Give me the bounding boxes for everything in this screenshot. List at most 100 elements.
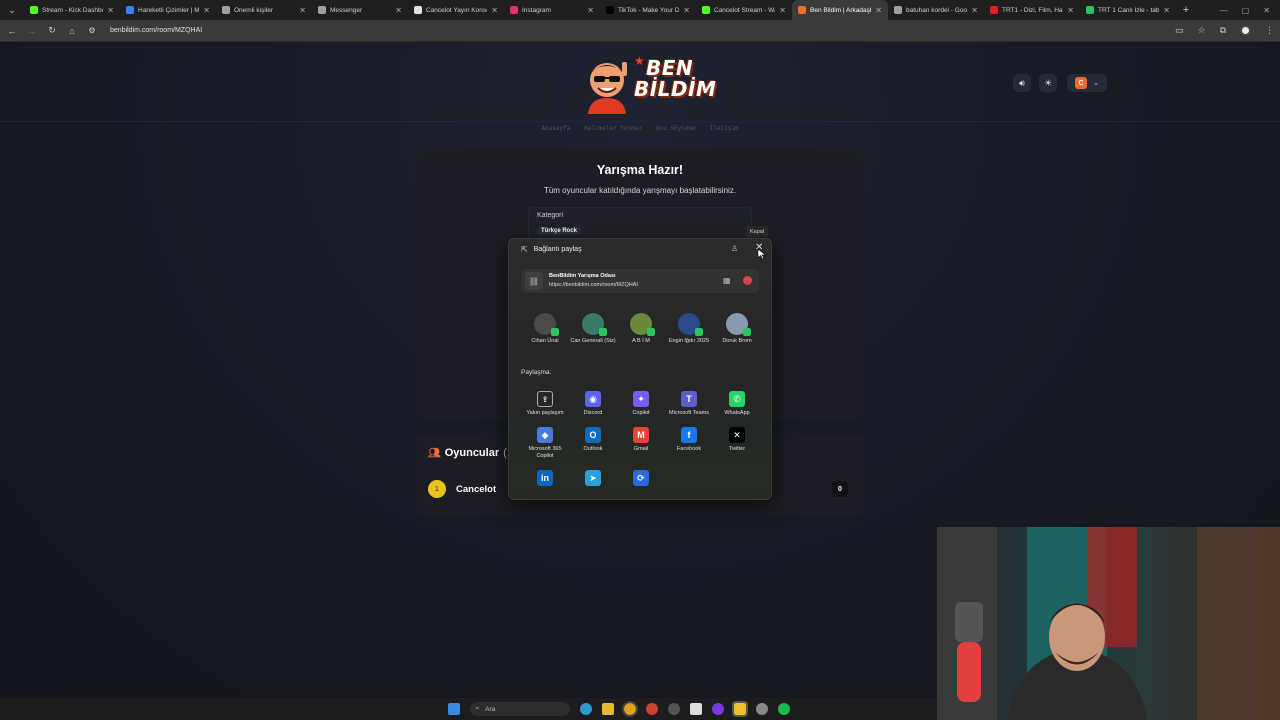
share-contact[interactable]: Cihan Ünal (521, 313, 569, 345)
contact-avatar (678, 313, 703, 336)
taskbar-search[interactable]: ⌕ Ara (469, 702, 570, 716)
contacts-row: Cihan Ünal Can Generali (Siz) A B İ M Engin… (521, 313, 761, 345)
user-menu-button[interactable]: C ⌄ (1067, 74, 1107, 92)
chrome-alt-icon[interactable] (645, 703, 658, 715)
share-app[interactable]: O Outlook (569, 427, 617, 460)
site-info-icon[interactable]: ⚙ (86, 26, 98, 35)
close-window-icon[interactable]: ✕ (1263, 6, 1270, 15)
share-app[interactable]: ⟳ (617, 470, 665, 489)
tab-title: Ben Bildim | Arkadaşla (810, 6, 872, 14)
browser-tab[interactable]: Hareketli Çizimler | Mi ✕ (120, 0, 216, 20)
nav-link[interactable]: Onu Söyleme (656, 125, 696, 132)
profile-avatar[interactable] (1240, 25, 1251, 36)
share-app[interactable]: T Microsoft Teams (665, 391, 713, 417)
browser-tab[interactable]: Ben Bildim | Arkadaşla ✕ (792, 0, 888, 20)
browser-tab[interactable]: batuhan kordel - Goo ✕ (888, 0, 984, 20)
messenger-icon[interactable] (711, 703, 724, 715)
nav-link[interactable]: Anasayfa (541, 125, 570, 132)
tab-close-icon[interactable]: ✕ (683, 6, 690, 15)
bookmark-star-icon[interactable]: ☆ (1197, 25, 1205, 36)
record-icon[interactable] (743, 276, 752, 285)
tab-close-icon[interactable]: ✕ (395, 6, 402, 15)
tab-favicon-icon (798, 6, 806, 14)
theme-toggle-button[interactable]: ☀ (1039, 74, 1057, 92)
tab-search-icon[interactable]: ⌄ (0, 0, 24, 20)
close-tooltip: Kapat (746, 226, 769, 237)
settings-icon[interactable] (755, 703, 768, 715)
edge-icon[interactable] (579, 703, 592, 715)
start-menu-icon[interactable] (447, 703, 460, 715)
share-app[interactable]: ◉ Discord (569, 391, 617, 417)
share-contact[interactable]: A B İ M (617, 313, 665, 345)
share-app[interactable]: ◆ Microsoft 365 Copilot (521, 427, 569, 460)
share-app-name: Outlook (583, 446, 603, 452)
tab-close-icon[interactable]: ✕ (107, 6, 114, 15)
cast-icon[interactable]: ▭ (1175, 25, 1184, 36)
app-icon[interactable] (667, 703, 680, 715)
tab-close-icon[interactable]: ✕ (1163, 6, 1170, 15)
main-nav: Anasayfa Kelimeler Yetmez Onu Söyleme İleti… (0, 125, 1280, 132)
url-field[interactable]: benbildim.com/room/MZQHAI (110, 27, 202, 34)
browser-tab[interactable]: Instagram ✕ (504, 0, 600, 20)
browser-tab[interactable]: Messenger ✕ (312, 0, 408, 20)
share-contact[interactable]: Engin Iğdır 2025 (665, 313, 713, 345)
share-app[interactable]: M Gmail (617, 427, 665, 460)
tab-close-icon[interactable]: ✕ (875, 6, 882, 15)
browser-tab[interactable]: Önemli kişiler ✕ (216, 0, 312, 20)
browser-tab[interactable]: Cancelot Yayın Konsep ✕ (408, 0, 504, 20)
share-app[interactable]: ➤ (569, 470, 617, 489)
browser-tab[interactable]: TRT1 - Dizi, Film, Habe ✕ (984, 0, 1080, 20)
tab-strip: Stream - Kick Dashboa ✕ Hareketli Çizimler… (24, 0, 1176, 20)
share-dialog-header: ⇱ Bağlantı paylaş (521, 245, 582, 254)
spotify-icon[interactable] (777, 703, 790, 715)
new-tab-button[interactable]: + (1176, 4, 1196, 16)
share-app[interactable]: in (521, 470, 569, 489)
file-explorer-icon[interactable] (601, 703, 614, 715)
tab-close-icon[interactable]: ✕ (1067, 6, 1074, 15)
tab-close-icon[interactable]: ✕ (203, 6, 210, 15)
share-app[interactable]: ✕ Twitter (713, 427, 761, 460)
copilot-icon: ✦ (633, 391, 649, 407)
forward-icon[interactable]: → (26, 26, 38, 36)
share-app[interactable]: ⇪ Yakın paylaşım (521, 391, 569, 417)
share-app[interactable]: f Facebook (665, 427, 713, 460)
extensions-icon[interactable]: ⧉ (1220, 25, 1226, 36)
browser-tab[interactable]: Stream - Kick Dashboa ✕ (24, 0, 120, 20)
qr-code-icon[interactable]: ▦ (723, 276, 731, 285)
browser-tab[interactable]: TikTok - Make Your Da ✕ (600, 0, 696, 20)
tab-close-icon[interactable]: ✕ (779, 6, 786, 15)
nav-link[interactable]: İletişim (710, 125, 739, 132)
tab-favicon-icon (1086, 6, 1094, 14)
document-icon[interactable] (689, 703, 702, 715)
share-contact[interactable]: Doruk Brom (713, 313, 761, 345)
person-icon[interactable]: ♙ (731, 244, 738, 253)
share-contact[interactable]: Can Generali (Siz) (569, 313, 617, 345)
sticky-notes-icon[interactable] (731, 701, 748, 717)
share-app[interactable]: ✆ WhatsApp (713, 391, 761, 417)
browser-tab[interactable]: TRT 1 Canlı İzle - tabii ✕ (1080, 0, 1176, 20)
os-taskbar: ⌕ Ara (0, 698, 937, 720)
nav-link[interactable]: Kelimeler Yetmez (584, 125, 642, 132)
reload-icon[interactable]: ↻ (46, 25, 58, 36)
tab-favicon-icon (702, 6, 710, 14)
mouse-cursor-icon (757, 248, 767, 260)
tab-close-icon[interactable]: ✕ (491, 6, 498, 15)
browser-tab[interactable]: Cancelot Stream - Wa ✕ (696, 0, 792, 20)
chrome-icon[interactable] (621, 701, 638, 717)
tab-title: Cancelot Stream - Wa (714, 6, 776, 14)
share-app[interactable]: ✦ Copilot (617, 391, 665, 417)
players-heading: 👥︎ Oyuncular (1 (428, 447, 513, 459)
home-icon[interactable]: ⌂ (66, 26, 78, 36)
tab-close-icon[interactable]: ✕ (971, 6, 978, 15)
tab-close-icon[interactable]: ✕ (299, 6, 306, 15)
site-logo[interactable]: ★ BEN BİLDİM (578, 52, 716, 116)
minimize-icon[interactable]: — (1220, 6, 1228, 15)
link-card[interactable]: ⛓ BenBildim Yarışma Odası https://benbil… (521, 269, 759, 293)
menu-dots-icon[interactable]: ⋮ (1265, 25, 1274, 36)
tab-close-icon[interactable]: ✕ (587, 6, 594, 15)
volume-button[interactable]: 🔊︎ (1013, 74, 1031, 92)
maximize-icon[interactable]: ▢ (1242, 6, 1250, 15)
back-icon[interactable]: ← (6, 26, 18, 36)
contact-name: A B İ M (632, 338, 650, 344)
tab-title: TikTok - Make Your Da (618, 6, 680, 14)
